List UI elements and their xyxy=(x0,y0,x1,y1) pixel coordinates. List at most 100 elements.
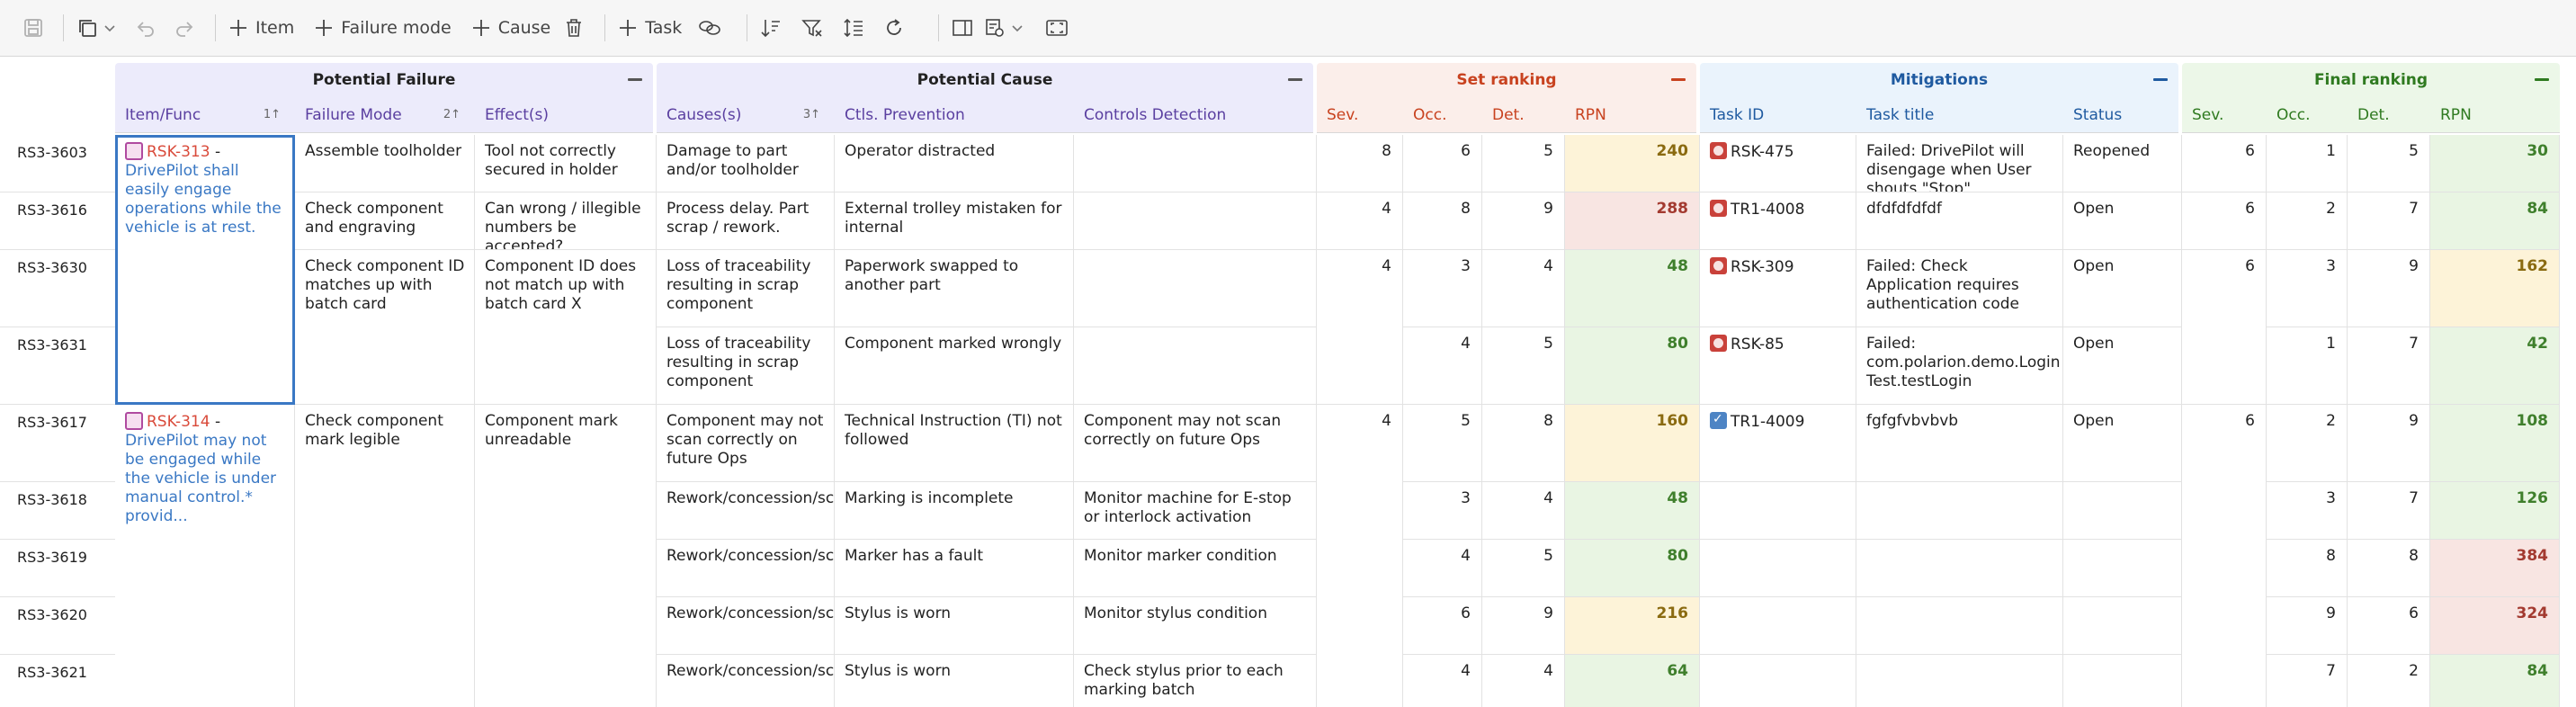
final-sev-cell[interactable]: 6 xyxy=(2182,405,2267,707)
det-cell[interactable]: 5 xyxy=(1482,540,1565,597)
final-det-cell[interactable]: 5 xyxy=(2348,135,2430,192)
task-title-cell[interactable]: Failed: com.polarion.demo.Login Test.tes… xyxy=(1856,327,2063,405)
task-id-cell[interactable]: RSK-475 xyxy=(1700,135,1856,192)
add-failure-mode-button[interactable]: Failure mode xyxy=(314,10,452,46)
collapse-icon[interactable] xyxy=(2535,78,2549,81)
collapse-icon[interactable] xyxy=(1671,78,1686,81)
prevention-cell[interactable]: Stylus is worn xyxy=(835,597,1074,655)
task-title-cell[interactable]: Failed: Check Application requires authe… xyxy=(1856,250,2063,327)
column-header-occ[interactable]: Occ. xyxy=(1403,97,1482,133)
cause-cell[interactable]: Rework/concession/scrap xyxy=(657,655,835,707)
sort-icon[interactable] xyxy=(760,10,801,46)
detection-cell[interactable]: Monitor marker condition xyxy=(1074,540,1317,597)
add-cause-button[interactable]: Cause xyxy=(471,10,550,46)
occ-cell[interactable]: 6 xyxy=(1403,597,1482,655)
collapse-icon[interactable] xyxy=(1288,78,1302,81)
final-sev-cell[interactable]: 6 xyxy=(2182,192,2267,250)
occ-cell[interactable]: 4 xyxy=(1403,655,1482,707)
failure-mode-cell[interactable]: Check component and engraving xyxy=(295,192,475,250)
column-header-final-det[interactable]: Det. xyxy=(2348,97,2430,133)
task-id-link[interactable]: RSK-309 xyxy=(1731,258,1794,276)
failure-mode-cell[interactable]: Assemble toolholder xyxy=(295,135,475,192)
column-header-status[interactable]: Status xyxy=(2063,97,2178,133)
task-id-link[interactable]: TR1-4009 xyxy=(1731,413,1804,431)
column-header-sev[interactable]: Sev. xyxy=(1317,97,1403,133)
function-id-link[interactable]: RSK-313 xyxy=(147,143,210,161)
det-cell[interactable]: 5 xyxy=(1482,327,1565,405)
task-title-cell[interactable] xyxy=(1856,597,2063,655)
row-header[interactable]: RS3-3631 xyxy=(0,327,115,405)
link-icon[interactable] xyxy=(698,10,734,46)
column-header-final-sev[interactable]: Sev. xyxy=(2182,97,2267,133)
occ-cell[interactable]: 6 xyxy=(1403,135,1482,192)
collapse-icon[interactable] xyxy=(628,78,642,81)
copy-icon[interactable] xyxy=(76,10,103,46)
prevention-cell[interactable]: Technical Instruction (TI) not followed xyxy=(835,405,1074,482)
detection-cell[interactable]: Monitor machine for E-stop or interlock … xyxy=(1074,482,1317,540)
row-height-icon[interactable] xyxy=(843,10,884,46)
det-cell[interactable]: 5 xyxy=(1482,135,1565,192)
task-id-cell[interactable] xyxy=(1700,655,1856,707)
delete-icon[interactable] xyxy=(565,10,592,46)
side-panel-icon[interactable] xyxy=(952,10,984,46)
final-det-cell[interactable]: 7 xyxy=(2348,192,2430,250)
prevention-cell[interactable]: Operator distracted xyxy=(835,135,1074,192)
collapse-icon[interactable] xyxy=(2153,78,2168,81)
cause-cell[interactable]: Loss of traceability resulting in scrap … xyxy=(657,250,835,327)
det-cell[interactable]: 9 xyxy=(1482,597,1565,655)
function-title-link[interactable]: DrivePilot shall easily engage operation… xyxy=(125,162,282,237)
column-header-ctls-prevention[interactable]: Ctls. Prevention xyxy=(835,97,1074,133)
task-id-link[interactable]: RSK-85 xyxy=(1731,336,1784,354)
row-header[interactable]: RS3-3618 xyxy=(0,482,115,540)
final-occ-cell[interactable]: 1 xyxy=(2267,135,2348,192)
column-header-causes[interactable]: Causes(s) 3↑ xyxy=(657,97,835,133)
redo-icon[interactable] xyxy=(166,10,202,46)
task-id-link[interactable]: RSK-475 xyxy=(1731,143,1794,161)
column-header-det[interactable]: Det. xyxy=(1482,97,1565,133)
final-det-cell[interactable]: 7 xyxy=(2348,327,2430,405)
sev-cell[interactable]: 4 xyxy=(1317,405,1403,707)
final-sev-cell[interactable]: 6 xyxy=(2182,250,2267,405)
prevention-cell[interactable]: Marker has a fault xyxy=(835,540,1074,597)
row-header[interactable]: RS3-3621 xyxy=(0,655,115,707)
task-id-cell[interactable] xyxy=(1700,482,1856,540)
status-cell[interactable]: Open xyxy=(2063,192,2182,250)
copy-options-chevron-down-icon[interactable] xyxy=(103,10,125,46)
final-occ-cell[interactable]: 2 xyxy=(2267,405,2348,482)
sev-cell[interactable]: 8 xyxy=(1317,135,1403,192)
detection-cell[interactable]: Check stylus prior to each marking batch xyxy=(1074,655,1317,707)
det-cell[interactable]: 8 xyxy=(1482,405,1565,482)
final-occ-cell[interactable]: 9 xyxy=(2267,597,2348,655)
final-det-cell[interactable]: 7 xyxy=(2348,482,2430,540)
final-occ-cell[interactable]: 8 xyxy=(2267,540,2348,597)
function-id-link[interactable]: RSK-314 xyxy=(147,413,210,431)
row-header[interactable]: RS3-3603 xyxy=(0,135,115,192)
task-id-link[interactable]: TR1-4008 xyxy=(1731,201,1804,219)
final-occ-cell[interactable]: 7 xyxy=(2267,655,2348,707)
column-header-task-title[interactable]: Task title xyxy=(1856,97,2063,133)
cause-cell[interactable]: Rework/concession/scrap xyxy=(657,482,835,540)
occ-cell[interactable]: 3 xyxy=(1403,482,1482,540)
column-header-item-func[interactable]: Item/Func 1↑ xyxy=(115,97,295,133)
filter-icon[interactable] xyxy=(801,10,843,46)
occ-cell[interactable]: 5 xyxy=(1403,405,1482,482)
row-header[interactable]: RS3-3619 xyxy=(0,540,115,597)
detection-cell[interactable] xyxy=(1074,192,1317,250)
final-det-cell[interactable]: 6 xyxy=(2348,597,2430,655)
cause-cell[interactable]: Rework/concession/scrap xyxy=(657,597,835,655)
failure-mode-cell[interactable]: Check component ID matches up with batch… xyxy=(295,250,475,405)
task-id-cell[interactable]: TR1-4008 xyxy=(1700,192,1856,250)
item-func-cell[interactable]: RSK-314 - DrivePilot may not be engaged … xyxy=(115,405,295,707)
task-title-cell[interactable]: Failed: DrivePilot will disengage when U… xyxy=(1856,135,2063,192)
column-header-final-occ[interactable]: Occ. xyxy=(2267,97,2348,133)
effect-cell[interactable]: Can wrong / illegible numbers be accepte… xyxy=(475,192,657,250)
item-func-cell[interactable]: RSK-313 - DrivePilot shall easily engage… xyxy=(115,135,295,405)
final-det-cell[interactable]: 8 xyxy=(2348,540,2430,597)
final-sev-cell[interactable]: 6 xyxy=(2182,135,2267,192)
add-task-button[interactable]: Task xyxy=(618,10,682,46)
detection-cell[interactable]: Monitor stylus condition xyxy=(1074,597,1317,655)
add-item-button[interactable]: Item xyxy=(228,10,294,46)
cause-cell[interactable]: Component may not scan correctly on futu… xyxy=(657,405,835,482)
row-header[interactable]: RS3-3620 xyxy=(0,597,115,655)
occ-cell[interactable]: 4 xyxy=(1403,540,1482,597)
